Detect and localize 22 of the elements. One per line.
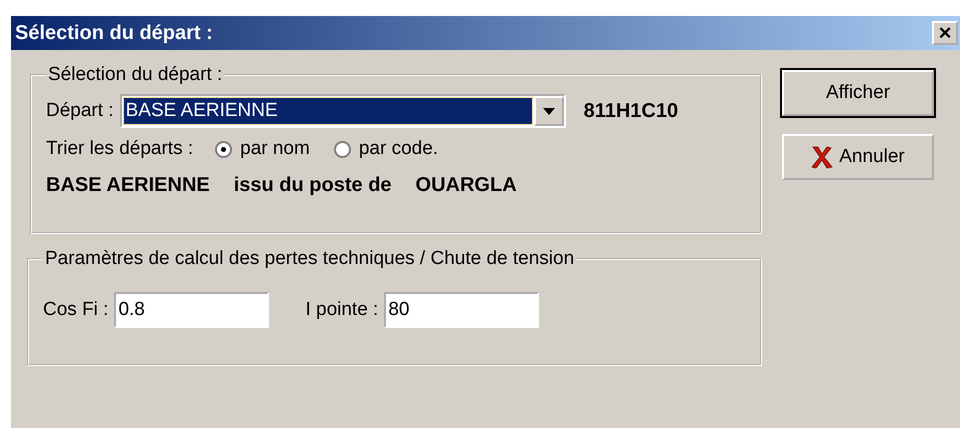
radio-option[interactable]: par code. bbox=[334, 138, 438, 160]
depart-code: 811H1C10 bbox=[584, 100, 678, 122]
cancel-button[interactable]: Annuler bbox=[782, 134, 934, 180]
field-label: I pointe : bbox=[305, 299, 378, 321]
sort-label: Trier les départs : bbox=[46, 138, 194, 160]
group-title: Sélection du départ : bbox=[47, 64, 224, 86]
radio-option[interactable]: par nom bbox=[215, 138, 310, 160]
display-button[interactable]: Afficher bbox=[782, 70, 934, 116]
depart-dropdown[interactable]: BASE AERIENNE bbox=[120, 94, 566, 128]
depart-name: BASE AERIENNE bbox=[46, 174, 210, 197]
poste-name: OUARGLA bbox=[416, 174, 517, 197]
input-field[interactable]: 0.8 bbox=[114, 292, 270, 328]
input-field[interactable]: 80 bbox=[384, 292, 540, 328]
summary-text: issu du poste de bbox=[234, 174, 392, 197]
radio-button[interactable] bbox=[215, 140, 232, 158]
group-title: Paramètres de calcul des pertes techniques / Chute de tension bbox=[44, 248, 576, 270]
cross-icon bbox=[811, 145, 834, 169]
field-label: Départ : bbox=[46, 100, 114, 122]
field-label: Cos Fi : bbox=[43, 299, 108, 321]
window-title: Sélection du départ : bbox=[15, 22, 213, 44]
radio-button[interactable] bbox=[334, 140, 351, 158]
close-button[interactable]: × bbox=[932, 21, 958, 45]
